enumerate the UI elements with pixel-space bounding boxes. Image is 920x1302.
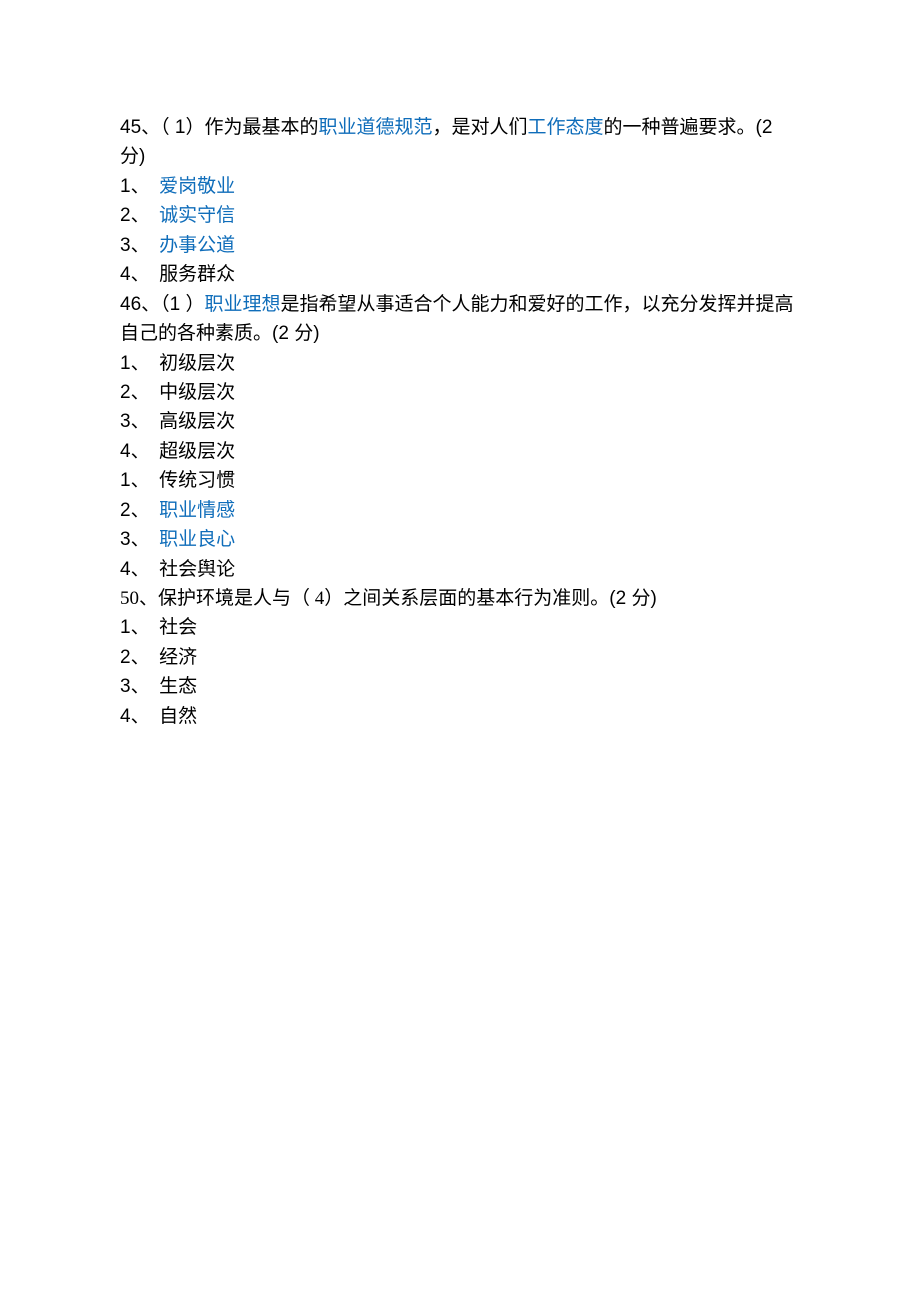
option-text: 生态 [159,676,197,697]
q46-link-1[interactable]: 职业理想 [204,294,280,315]
option-prefix: 4、 [120,559,159,580]
q50-points: (2 分) [609,588,657,609]
option-prefix: 3、 [120,235,159,256]
option-text[interactable]: 职业情感 [159,500,235,521]
q45-option-3: 3、 办事公道 [120,231,800,260]
option-text[interactable]: 诚实守信 [159,205,235,226]
extra-option-4: 4、 社会舆论 [120,555,800,584]
option-prefix: 2、 [120,205,159,226]
q50-option-3: 3、 生态 [120,672,800,701]
option-text[interactable]: 办事公道 [159,235,235,256]
extra-option-3: 3、 职业良心 [120,525,800,554]
option-text[interactable]: 职业良心 [159,529,235,550]
option-prefix: 4、 [120,264,159,285]
question-50: 50、保护环境是人与（ 4）之间关系层面的基本行为准则。(2 分) [120,584,800,613]
option-prefix: 4、 [120,706,159,727]
q46-option-1: 1、 初级层次 [120,349,800,378]
q46-prefix: 46、（1 ） [120,294,204,315]
q50-option-4: 4、 自然 [120,702,800,731]
option-prefix: 1、 [120,176,159,197]
q45-option-2: 2、 诚实守信 [120,201,800,230]
q45-mid2: 的一种普遍要求。 [604,117,756,138]
document-page: 45、（ 1）作为最基本的职业道德规范，是对人们工作态度的一种普遍要求。 (2 分… [0,0,920,731]
option-prefix: 1、 [120,353,159,374]
option-prefix: 2、 [120,382,159,403]
q45-link-1[interactable]: 职业道德规范 [318,117,432,138]
option-text: 经济 [159,647,197,668]
option-text: 超级层次 [159,441,235,462]
extra-option-2: 2、 职业情感 [120,496,800,525]
option-prefix: 1、 [120,470,159,491]
option-text[interactable]: 爱岗敬业 [159,176,235,197]
q50-option-2: 2、 经济 [120,643,800,672]
option-text: 自然 [159,706,197,727]
q45-link-2[interactable]: 工作态度 [528,117,604,138]
q45-prefix: 45、（ 1）作为最基本的 [120,117,318,138]
q50-line: 50、保护环境是人与（ 4）之间关系层面的基本行为准则。 [120,588,609,609]
q45-option-4: 4、 服务群众 [120,260,800,289]
option-text: 初级层次 [159,353,235,374]
option-text: 服务群众 [159,264,235,285]
option-prefix: 3、 [120,411,159,432]
option-text: 中级层次 [159,382,235,403]
q46-points: (2 分) [272,323,320,344]
option-prefix: 2、 [120,500,159,521]
option-prefix: 1、 [120,617,159,638]
option-prefix: 3、 [120,676,159,697]
option-text: 高级层次 [159,411,235,432]
q46-option-3: 3、 高级层次 [120,407,800,436]
option-text: 社会舆论 [159,559,235,580]
question-45: 45、（ 1）作为最基本的职业道德规范，是对人们工作态度的一种普遍要求。(2 分… [120,113,800,172]
q45-mid1: ，是对人们 [433,117,528,138]
q46-option-2: 2、 中级层次 [120,378,800,407]
option-text: 社会 [159,617,197,638]
q45-option-1: 1、 爱岗敬业 [120,172,800,201]
q50-option-1: 1、 社会 [120,613,800,642]
q46-option-4: 4、 超级层次 [120,437,800,466]
option-prefix: 4、 [120,441,159,462]
option-prefix: 3、 [120,529,159,550]
question-46: 46、（1 ）职业理想是指希望从事适合个人能力和爱好的工作，以充分发挥并提高自己… [120,290,800,349]
option-prefix: 2、 [120,647,159,668]
option-text: 传统习惯 [159,470,235,491]
extra-option-1: 1、 传统习惯 [120,466,800,495]
